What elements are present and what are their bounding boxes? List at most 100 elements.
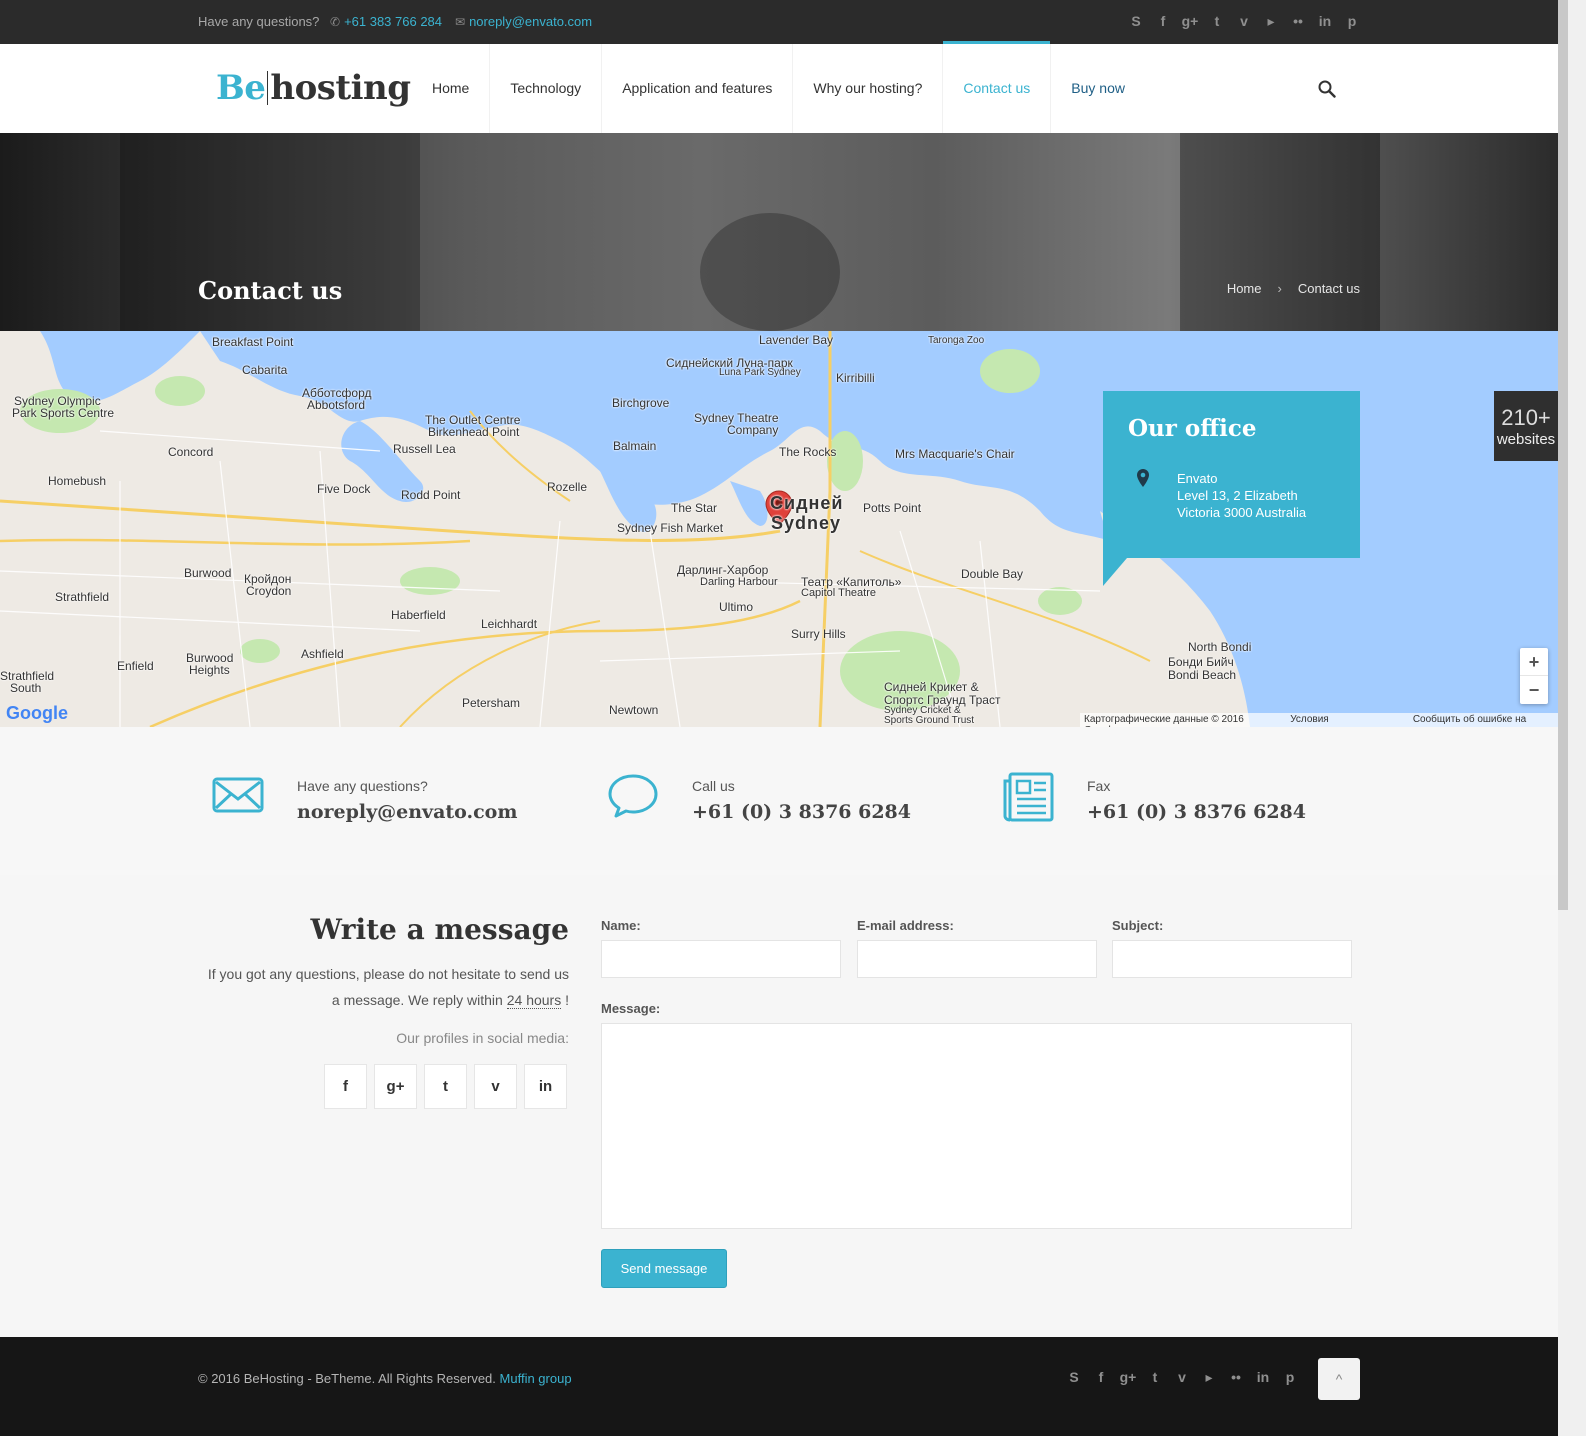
pinterest-icon[interactable]: p [1281, 1368, 1299, 1386]
search-icon[interactable] [1318, 80, 1336, 98]
google-plus-icon[interactable]: g+ [1181, 12, 1199, 30]
map-label: Heights [189, 663, 230, 677]
section-title: Write a message [310, 913, 569, 946]
map-label: Newtown [609, 703, 659, 717]
youtube-icon[interactable]: ▸ [1262, 12, 1280, 30]
muffin-group-link[interactable]: Muffin group [500, 1371, 572, 1386]
skype-icon[interactable]: S [1127, 12, 1145, 30]
page-subheader: Contact us Home › Contact us [0, 133, 1558, 331]
subject-label: Subject: [1112, 918, 1164, 933]
map-label: Capitol Theatre [801, 587, 877, 599]
logo[interactable]: Be hosting [216, 68, 411, 108]
facebook-button[interactable]: f [324, 1064, 367, 1109]
breadcrumb-current[interactable]: Contact us [1298, 281, 1360, 296]
nav-home[interactable]: Home [412, 44, 491, 133]
map-label: Surry Hills [791, 627, 846, 641]
nav-buy-now[interactable]: Buy now [1051, 44, 1145, 133]
background-shade [1180, 133, 1380, 331]
google-plus-button[interactable]: g+ [374, 1064, 417, 1109]
zoom-out-button[interactable]: − [1520, 676, 1548, 704]
flickr-icon[interactable]: •• [1289, 12, 1307, 30]
breadcrumb: Home › Contact us [1227, 281, 1360, 296]
nav-application-features[interactable]: Application and features [602, 44, 794, 133]
nav-why-hosting[interactable]: Why our hosting? [793, 44, 944, 133]
map-label: Strathfield [55, 590, 110, 604]
map-label: Five Dock [317, 482, 371, 496]
map-label: Сидней Крикет & [884, 680, 979, 694]
map-label: Rodd Point [401, 488, 461, 502]
map-label: Abbotsford [307, 398, 366, 412]
twitter-icon[interactable]: t [1146, 1368, 1164, 1386]
copyright: © 2016 BeHosting - BeTheme. All Rights R… [198, 1371, 572, 1386]
map-label: Taronga Zoo [928, 335, 985, 346]
logo-hosting: hosting [270, 68, 411, 108]
flickr-icon[interactable]: •• [1227, 1368, 1245, 1386]
section-description: If you got any questions, please do not … [198, 961, 569, 1013]
zoom-in-button[interactable]: + [1520, 648, 1548, 676]
linkedin-icon[interactable]: in [1316, 12, 1334, 30]
linkedin-icon[interactable]: in [1254, 1368, 1272, 1386]
topbar-question: Have any questions? [198, 14, 320, 29]
social-profiles-label: Our profiles in social media: [396, 1030, 569, 1046]
map-report-link[interactable]: Сообщить об ошибке на карте [1413, 714, 1554, 727]
youtube-icon[interactable]: ▸ [1200, 1368, 1218, 1386]
map-label: Cabarita [242, 363, 288, 377]
map-label: Бонди Бийч [1168, 655, 1234, 669]
nav-technology[interactable]: Technology [490, 44, 603, 133]
top-bar: Have any questions? ✆ +61 383 766 284 ✉ no… [0, 0, 1558, 44]
nav-contact-us[interactable]: Contact us [943, 41, 1052, 133]
map-terms-link[interactable]: Условия использования [1290, 714, 1401, 727]
topbar-phone-link[interactable]: ✆ +61 383 766 284 [330, 14, 442, 29]
message-label: Message: [601, 1001, 661, 1016]
send-message-button[interactable]: Send message [601, 1249, 727, 1288]
office-title: Our office [1128, 415, 1257, 442]
map-label: Ashfield [301, 647, 344, 661]
office-line: Level 13, 2 Elizabeth [1177, 488, 1298, 503]
map-label: South [10, 681, 42, 695]
websites-side-tab[interactable]: 210+ websites [1494, 391, 1558, 461]
map-label: Homebush [48, 474, 107, 488]
vimeo-button[interactable]: v [474, 1064, 517, 1109]
twitter-button[interactable]: t [424, 1064, 467, 1109]
reply-time: 24 hours [506, 992, 562, 1009]
subject-field[interactable] [1112, 940, 1352, 978]
mail-icon: ✉ [455, 15, 466, 29]
map-label: The Star [671, 501, 718, 515]
google-plus-icon[interactable]: g+ [1119, 1368, 1137, 1386]
main-nav: Home Technology Application and features… [412, 41, 1145, 133]
skype-icon[interactable]: S [1065, 1368, 1083, 1386]
chat-bubble-icon [608, 774, 658, 818]
map-label: Sydney [771, 513, 842, 533]
twitter-icon[interactable]: t [1208, 12, 1226, 30]
newspaper-icon [1003, 772, 1054, 822]
back-to-top-button[interactable]: ^ [1318, 1358, 1360, 1400]
linkedin-button[interactable]: in [524, 1064, 567, 1109]
message-field[interactable] [601, 1023, 1352, 1229]
page-scrollbar[interactable] [1558, 0, 1586, 1436]
info-email[interactable]: noreply@envato.com [297, 801, 517, 823]
phone-icon: ✆ [330, 15, 341, 29]
facebook-icon[interactable]: f [1154, 12, 1172, 30]
breadcrumb-home[interactable]: Home [1227, 281, 1262, 296]
vimeo-icon[interactable]: v [1235, 12, 1253, 30]
scrollbar-thumb[interactable] [1558, 0, 1568, 910]
pinterest-icon[interactable]: p [1343, 12, 1361, 30]
map-label: North Bondi [1188, 640, 1252, 654]
page-title: Contact us [198, 276, 343, 305]
name-field[interactable] [601, 940, 841, 978]
map-label: Mrs Macquarie's Chair [895, 447, 1015, 461]
email-field[interactable] [857, 940, 1097, 978]
info-phone[interactable]: +61 (0) 3 8376 6284 [692, 801, 911, 823]
topbar-email-link[interactable]: ✉ noreply@envato.com [455, 14, 592, 29]
vimeo-icon[interactable]: v [1173, 1368, 1191, 1386]
facebook-icon[interactable]: f [1092, 1368, 1110, 1386]
chevron-right-icon: › [1277, 281, 1282, 296]
map-label: Enfield [117, 659, 154, 673]
map-label: Ultimo [719, 600, 754, 614]
map-label: The Rocks [779, 445, 837, 459]
name-label: Name: [601, 918, 641, 933]
info-fax: +61 (0) 3 8376 6284 [1087, 801, 1307, 823]
background-shade [700, 213, 840, 331]
topbar-social: S f g+ t v ▸ •• in p [1127, 12, 1361, 30]
map-label: Leichhardt [481, 617, 538, 631]
